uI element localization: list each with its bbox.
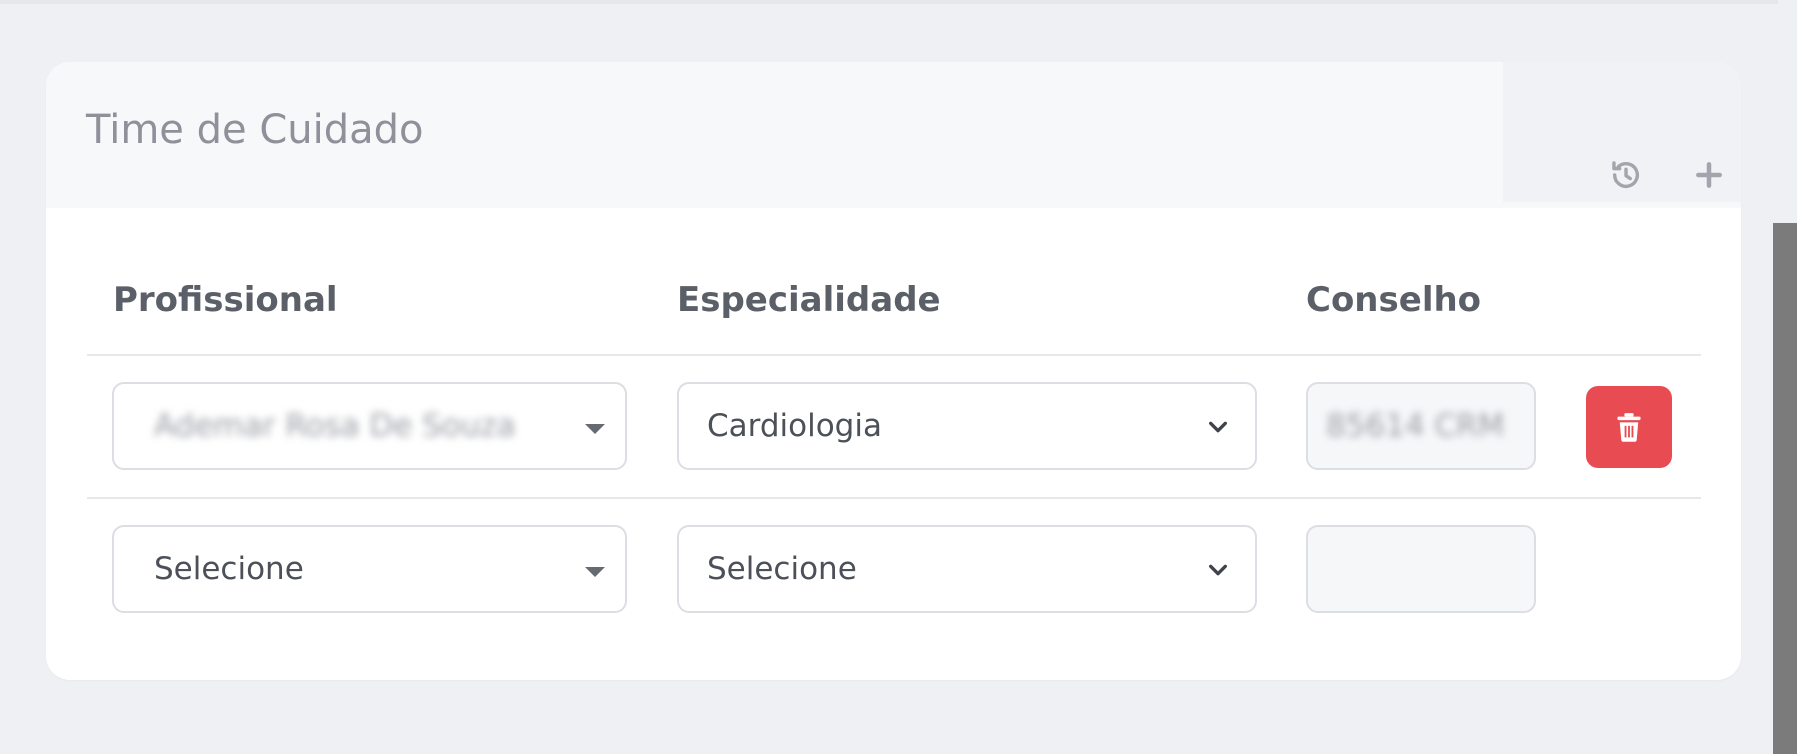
caret-down-icon (585, 567, 605, 577)
history-icon (1612, 161, 1640, 188)
caret-down-icon (585, 424, 605, 434)
column-header-profissional: Profissional (113, 280, 338, 320)
profissional-select[interactable]: Ademar Rosa De Souza (112, 382, 627, 470)
row-divider (87, 497, 1701, 499)
chevron-down-icon (1209, 421, 1227, 433)
profissional-select-new[interactable]: Selecione (112, 525, 627, 613)
add-member-button[interactable] (1689, 155, 1729, 195)
especialidade-select[interactable]: Cardiologia (677, 382, 1257, 470)
especialidade-placeholder: Selecione (707, 551, 857, 587)
conselho-value: 85614 CRM (1326, 408, 1505, 444)
delete-row-button[interactable] (1586, 386, 1672, 468)
profissional-value: Ademar Rosa De Souza (154, 408, 516, 444)
top-edge (0, 0, 1778, 4)
conselho-field[interactable]: 85614 CRM (1306, 382, 1536, 470)
header-divider (87, 354, 1701, 356)
chevron-down-icon (1209, 564, 1227, 576)
conselho-field-new[interactable] (1306, 525, 1536, 613)
plus-icon (1696, 162, 1722, 188)
scrollbar-thumb[interactable] (1773, 223, 1797, 754)
especialidade-select-new[interactable]: Selecione (677, 525, 1257, 613)
card-title: Time de Cuidado (86, 107, 424, 153)
column-header-conselho: Conselho (1306, 280, 1482, 320)
especialidade-value: Cardiologia (707, 408, 882, 444)
column-header-especialidade: Especialidade (677, 280, 941, 320)
trash-icon (1617, 413, 1641, 442)
profissional-placeholder: Selecione (154, 551, 304, 587)
history-button[interactable] (1606, 155, 1646, 195)
